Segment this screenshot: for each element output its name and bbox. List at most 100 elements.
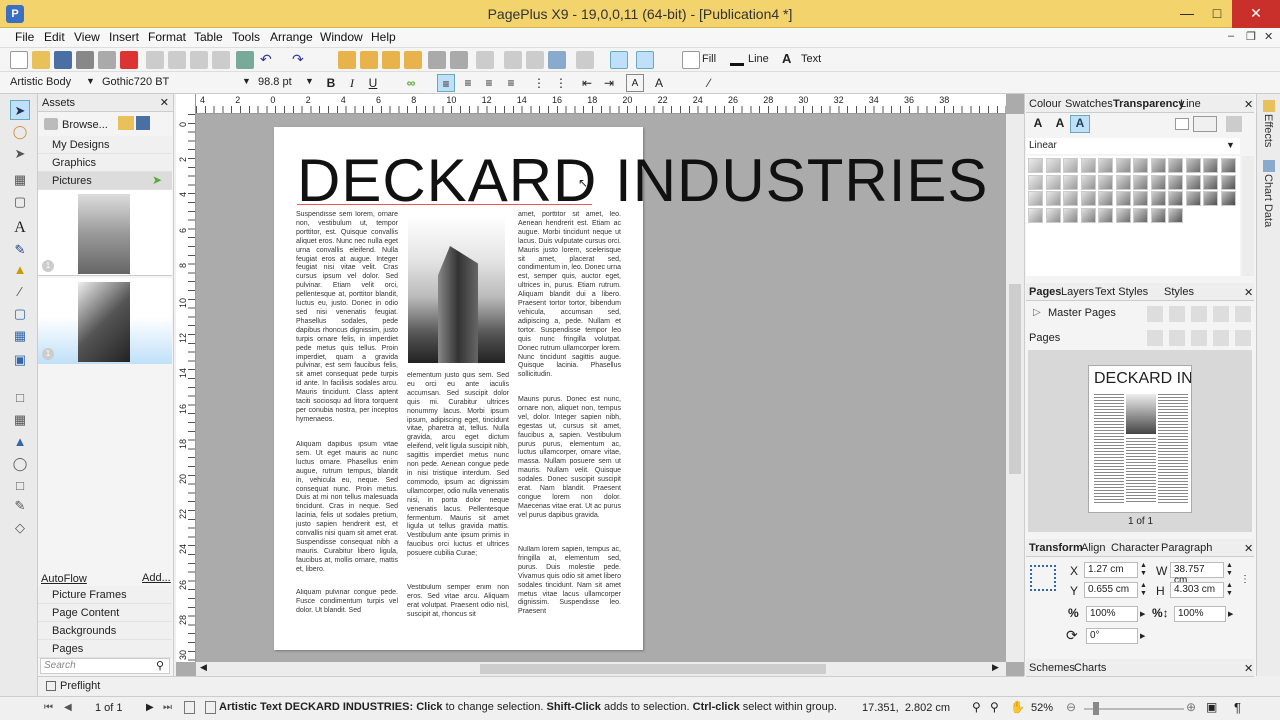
x-spinner-icon[interactable]: ▲ ▼ — [1140, 562, 1147, 578]
body-text-column-3c[interactable]: Nullam lorem sapien, tempus ac, fringill… — [518, 546, 621, 617]
menu-edit[interactable]: Edit — [44, 30, 65, 44]
send-back-icon[interactable] — [404, 51, 422, 69]
font-select[interactable]: Gothic720 BT — [98, 74, 250, 92]
scroll-left-icon[interactable]: ◀ — [200, 662, 207, 673]
folder-icon[interactable] — [118, 116, 134, 130]
doc-restore-icon[interactable]: ❐ — [1246, 30, 1256, 43]
globe-icon[interactable] — [548, 51, 566, 69]
pin-icon[interactable]: ➤ — [152, 173, 162, 187]
menu-file[interactable]: File — [15, 30, 34, 44]
menu-arrange[interactable]: Arrange — [270, 30, 313, 44]
scale-x-arrow-icon[interactable]: ▶ — [1140, 610, 1145, 618]
text-style-select[interactable]: Artistic Body — [6, 74, 98, 92]
shape-tool-icon[interactable]: ▢ — [10, 304, 30, 324]
transparency-swatch-item[interactable] — [1045, 174, 1061, 190]
fill-swatch-icon[interactable] — [682, 51, 700, 69]
transparency-swatch-item[interactable] — [1115, 191, 1131, 206]
tab-character[interactable]: Character — [1111, 542, 1159, 554]
horizontal-scroll-thumb[interactable] — [480, 664, 826, 674]
pages-close-icon[interactable]: ✕ — [1244, 286, 1253, 299]
frame-tool-icon[interactable]: ▢ — [10, 192, 30, 212]
tab-transform[interactable]: Transform — [1029, 542, 1083, 554]
transparency-swatch-item[interactable] — [1133, 158, 1148, 173]
format-painter-icon[interactable] — [212, 51, 230, 69]
transparency-swatch-item[interactable] — [1168, 158, 1183, 173]
transparency-swatch[interactable] — [1193, 116, 1217, 132]
schemes-close-icon[interactable]: ✕ — [1244, 662, 1253, 675]
instant-3d-tool-icon[interactable]: ✎ — [10, 496, 30, 516]
web-icon[interactable] — [236, 51, 254, 69]
ruler-origin[interactable] — [176, 94, 196, 114]
transparency-swatch-item[interactable] — [1133, 191, 1148, 206]
last-page-icon[interactable]: ⏭ — [163, 702, 172, 713]
transparency-swatch-item[interactable] — [1098, 207, 1113, 223]
prev-page-icon[interactable]: ◀ — [64, 702, 72, 713]
scroll-right-icon[interactable]: ▶ — [992, 662, 999, 673]
transparency-swatch-item[interactable] — [1080, 158, 1096, 173]
text-fit-icon[interactable]: A — [626, 74, 644, 92]
crop-icon[interactable] — [476, 51, 494, 69]
scale-y-arrow-icon[interactable]: ▶ — [1228, 610, 1233, 618]
transparency-swatch-item[interactable] — [1185, 174, 1201, 190]
align-left-icon[interactable]: ≡ — [437, 74, 455, 92]
zoom-slider-thumb[interactable] — [1093, 702, 1099, 715]
gradient-type-dropdown-icon[interactable]: ▼ — [1226, 140, 1235, 150]
print-icon[interactable] — [76, 51, 94, 69]
transparency-swatch-item[interactable] — [1150, 174, 1166, 190]
zoom-page-icon[interactable]: ⚲ — [990, 700, 999, 714]
assets-search-input[interactable]: Search — [40, 658, 170, 674]
align-center-icon[interactable]: ≡ — [459, 74, 477, 92]
paste-icon[interactable] — [190, 51, 208, 69]
transparency-swatch-item[interactable] — [1133, 174, 1148, 190]
numbering-icon[interactable]: ⋮ — [552, 74, 570, 92]
transparency-swatch-item[interactable] — [1028, 158, 1043, 173]
transparency-swatch-item[interactable] — [1133, 207, 1148, 223]
menu-view[interactable]: View — [74, 30, 100, 44]
rotate-tool-icon[interactable]: ➤ — [10, 144, 30, 164]
first-page-icon[interactable]: ⏮ — [44, 702, 53, 713]
body-text-column-2a[interactable]: elementum justo quis sem. Sed eu orci eu… — [407, 372, 509, 559]
transparency-swatch-item[interactable] — [1080, 207, 1096, 223]
align-icon[interactable] — [576, 51, 594, 69]
line-label[interactable]: Line — [748, 53, 769, 65]
style-dropdown-icon[interactable]: ▼ — [86, 76, 95, 86]
table-tool-icon[interactable]: ▦ — [10, 326, 30, 346]
shadow-tool-icon[interactable]: □ — [10, 476, 30, 496]
maximize-icon[interactable]: □ — [1202, 0, 1232, 28]
insert-page-icon[interactable] — [1169, 330, 1185, 346]
vertical-scroll-thumb[interactable] — [1009, 284, 1021, 474]
transparency-swatch-item[interactable] — [1115, 174, 1131, 190]
master-options-icon[interactable] — [1169, 306, 1185, 322]
browse-icon[interactable] — [44, 118, 58, 130]
align-right-icon[interactable]: ≡ — [480, 74, 498, 92]
preflight-label[interactable]: Preflight — [60, 680, 100, 692]
line-mode-icon[interactable]: A — [1052, 116, 1068, 132]
asset-category-my-designs[interactable]: My Designs — [38, 136, 172, 154]
tab-schemes[interactable]: Schemes — [1029, 662, 1075, 674]
lock-aspect-icon[interactable]: ⋮ — [1240, 574, 1250, 585]
transparency-swatch-item[interactable] — [1168, 174, 1183, 190]
save-icon[interactable] — [54, 51, 72, 69]
transparency-swatch-item[interactable] — [1150, 158, 1166, 173]
transparency-swatch-item[interactable] — [1063, 158, 1078, 173]
view-icon[interactable]: ▣ — [1206, 700, 1217, 714]
search-icon[interactable]: ⚲ — [156, 659, 164, 672]
artistic-text-tool-icon[interactable]: A — [10, 218, 30, 238]
transparency-swatch-item[interactable] — [1028, 174, 1043, 190]
group-icon[interactable] — [504, 51, 522, 69]
transparency-swatch-item[interactable] — [1220, 191, 1236, 206]
chart-data-icon[interactable] — [1263, 160, 1275, 172]
bullets-icon[interactable]: ⋮ — [530, 74, 548, 92]
tab-align[interactable]: Align — [1081, 542, 1105, 554]
tab-swatches[interactable]: Swatches — [1065, 98, 1113, 110]
master-insert-icon[interactable] — [1191, 306, 1207, 322]
tab-pages[interactable]: Pages — [1029, 286, 1061, 298]
master-delete-icon[interactable] — [1213, 306, 1229, 322]
print-preview-icon[interactable] — [98, 51, 116, 69]
close-icon[interactable]: ✕ — [1232, 0, 1280, 28]
line-swatch-icon[interactable] — [730, 63, 744, 66]
cube-tool-icon[interactable]: ◇ — [10, 518, 30, 538]
crop-image-tool-icon[interactable]: □ — [10, 388, 30, 408]
zoom-in-icon[interactable]: ⊕ — [1186, 700, 1196, 714]
fill-tool-icon[interactable]: ▲ — [10, 432, 30, 452]
